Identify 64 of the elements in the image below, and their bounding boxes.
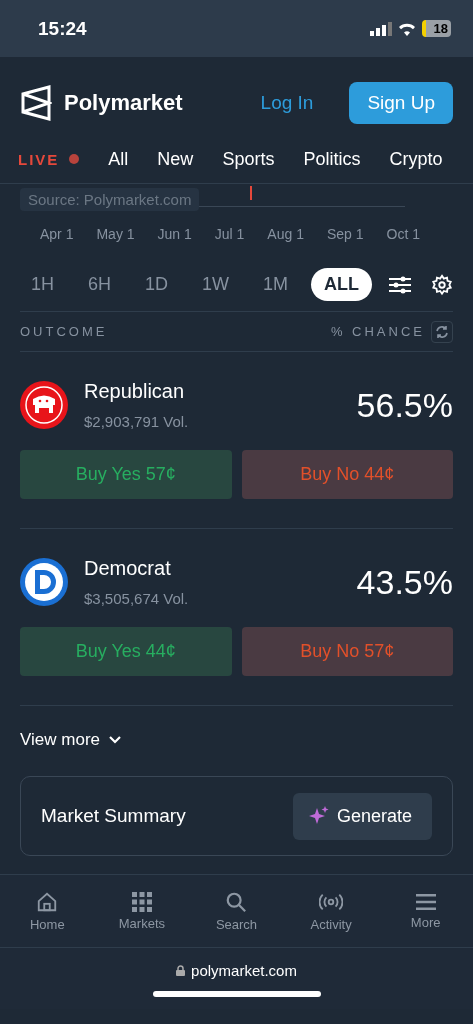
signal-icon: [369, 21, 392, 36]
time-range-tab[interactable]: 1H: [20, 268, 65, 301]
menu-icon: [415, 892, 436, 911]
nav-tab[interactable]: More: [378, 875, 473, 947]
nav-tab[interactable]: Search: [189, 875, 284, 947]
time-range-tab[interactable]: ALL: [311, 268, 373, 301]
nav-tab[interactable]: Home: [0, 875, 95, 947]
chance-value: 56.5%: [356, 385, 453, 425]
category-tab[interactable]: All: [108, 148, 129, 170]
elephant-emblem-icon: [20, 381, 68, 429]
time-range-tab[interactable]: 1W: [191, 268, 241, 301]
buy-no-button[interactable]: Buy No 44¢: [241, 450, 453, 499]
home-icon: [36, 890, 59, 913]
lock-icon: [176, 965, 186, 976]
axis-label: Jul 1: [214, 226, 245, 242]
signup-button[interactable]: Sign Up: [349, 82, 453, 124]
chart-marker: [250, 186, 252, 200]
url-text: polymarket.com: [191, 962, 297, 979]
buy-yes-button[interactable]: Buy Yes 44¢: [20, 627, 232, 676]
volume-text: $3,505,674 Vol.: [84, 590, 190, 607]
axis-label: Oct 1: [386, 226, 420, 242]
nav-tab[interactable]: Markets: [94, 875, 190, 947]
chance-column-header: % CHANCE: [330, 324, 425, 339]
clock-time: 15:24: [38, 17, 87, 40]
live-dot: [69, 154, 80, 164]
live-label[interactable]: LIVE: [18, 150, 60, 168]
sliders-icon[interactable]: [389, 274, 411, 295]
sparkle-icon: [308, 806, 329, 826]
nav-tab[interactable]: Activity: [283, 875, 379, 947]
wifi-icon: [397, 21, 416, 36]
volume-text: $2,903,791 Vol.: [84, 413, 190, 430]
battery-indicator: 18: [421, 20, 451, 37]
view-more-button[interactable]: View more: [20, 726, 122, 754]
time-range-tab[interactable]: 6H: [77, 268, 123, 301]
summary-title: Market Summary: [41, 805, 186, 827]
axis-label: Jun 1: [157, 226, 192, 242]
refresh-icon: [435, 324, 449, 339]
category-tab[interactable]: New: [157, 148, 194, 170]
axis-label: Apr 1: [40, 226, 74, 242]
login-link[interactable]: Log In: [254, 91, 320, 115]
settings-icon[interactable]: [431, 273, 453, 296]
d-emblem-icon: [20, 558, 68, 606]
time-range-tab[interactable]: 1D: [134, 268, 180, 301]
brand-name: Polymarket: [64, 90, 184, 116]
category-tab[interactable]: Politics: [303, 148, 361, 170]
outcome-name: Democrat: [84, 557, 172, 580]
axis-label: May 1: [96, 226, 135, 242]
chart-source: Source: Polymarket.com: [20, 188, 200, 211]
buy-yes-button[interactable]: Buy Yes 57¢: [20, 450, 232, 499]
search-icon: [225, 890, 248, 913]
outcome-column-header: OUTCOME: [20, 324, 108, 339]
category-tab[interactable]: Crypto: [389, 148, 443, 170]
time-range-tab[interactable]: 1M: [252, 268, 300, 301]
generate-button[interactable]: Generate: [292, 792, 432, 840]
axis-label: Sep 1: [326, 226, 364, 242]
chance-value: 43.5%: [356, 562, 453, 602]
outcome-name: Republican: [84, 380, 186, 403]
chevron-down-icon: [108, 735, 122, 745]
logo-icon: [20, 85, 52, 121]
grid-icon: [131, 891, 152, 912]
category-tab[interactable]: Sports: [222, 148, 275, 170]
buy-no-button[interactable]: Buy No 57¢: [241, 627, 453, 676]
refresh-button[interactable]: [431, 320, 453, 343]
axis-label: Aug 1: [267, 226, 304, 242]
